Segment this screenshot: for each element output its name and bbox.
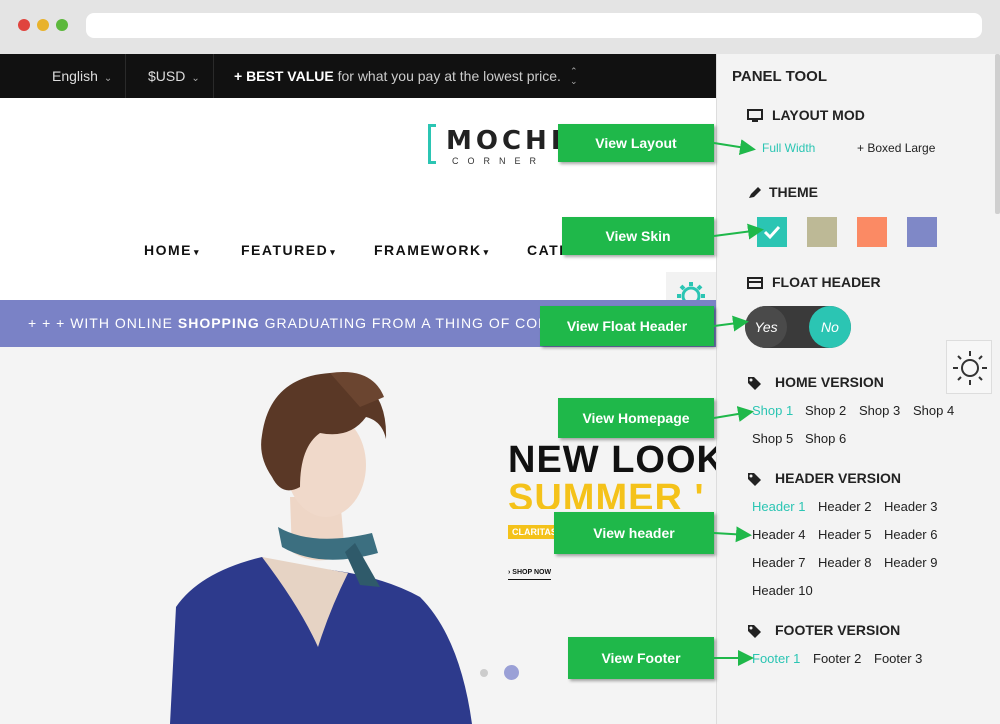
layout-mod-title: LAYOUT MOD [772, 107, 865, 123]
header-option-3[interactable]: Header 3 [884, 499, 937, 514]
theme-title: THEME [769, 184, 818, 200]
sun-icon [953, 351, 987, 385]
caret-down-icon: ▾ [330, 247, 337, 257]
header-option-10[interactable]: Header 10 [752, 583, 813, 598]
shop-now-label: SHOP NOW [512, 569, 552, 576]
promo-text: for what you pay at the lowest price. [337, 68, 561, 84]
slider-dot[interactable] [480, 669, 488, 677]
monitor-icon [747, 109, 763, 122]
hero-model-image [0, 347, 520, 724]
toggle-no[interactable]: No [809, 306, 851, 348]
promo-bold: + BEST VALUE [234, 68, 334, 84]
float-header-title: FLOAT HEADER [772, 274, 881, 290]
stripe-text-post: GRADUATING FROM A THING OF CONVE [264, 315, 570, 331]
currency-selector[interactable]: $USD ⌄ [126, 54, 214, 98]
hero-title: NEW LOOK [508, 439, 716, 481]
callout-view-homepage: View Homepage [558, 398, 714, 438]
hero-tag: CLARITAS [508, 525, 561, 539]
card-icon [747, 277, 763, 289]
minimize-window-dot[interactable] [37, 19, 49, 31]
language-label: English [52, 68, 98, 84]
maximize-window-dot[interactable] [56, 19, 68, 31]
nav-item-framework[interactable]: FRAMEWORK ▾ [374, 242, 490, 258]
stripe-text-bold: SHOPPING [177, 315, 260, 331]
checkmark-icon [763, 225, 781, 240]
footer-option-2[interactable]: Footer 2 [813, 651, 861, 666]
header-option-2[interactable]: Header 2 [818, 499, 871, 514]
callout-view-header: View header [554, 512, 714, 554]
panel-scrollbar[interactable] [995, 54, 1000, 214]
home-option-shop-6[interactable]: Shop 6 [805, 431, 846, 446]
tag-icon [748, 473, 761, 486]
header-option-5[interactable]: Header 5 [818, 527, 871, 542]
logo-word: MOCHI [446, 126, 565, 156]
home-option-shop-2[interactable]: Shop 2 [805, 403, 846, 418]
theme-swatch-lavender[interactable] [907, 217, 937, 247]
footer-version-title: FOOTER VERSION [775, 622, 901, 638]
header-option-1[interactable]: Header 1 [752, 499, 805, 514]
callout-view-float-header: View Float Header [540, 306, 714, 346]
brightness-toggle-button[interactable] [946, 340, 992, 394]
home-option-shop-5[interactable]: Shop 5 [752, 431, 793, 446]
home-option-shop-3[interactable]: Shop 3 [859, 403, 900, 418]
header-option-8[interactable]: Header 8 [818, 555, 871, 570]
top-bar: English ⌄ $USD ⌄ + BEST VALUE for what you… [0, 54, 716, 98]
shop-now-link[interactable]: › SHOP NOW [508, 569, 552, 580]
stripe-text-pre: + + + WITH ONLINE [28, 315, 173, 331]
promo-message: + BEST VALUE for what you pay at the low… [214, 54, 594, 98]
promo-scroll-arrows[interactable]: ⌃ ⌄ [570, 66, 578, 86]
header-version-title: HEADER VERSION [775, 470, 902, 486]
address-bar[interactable] [86, 13, 982, 38]
logo-subword: CORNER [452, 156, 546, 166]
header-option-7[interactable]: Header 7 [752, 555, 805, 570]
callout-view-layout: View Layout [558, 124, 714, 162]
header-option-4[interactable]: Header 4 [752, 527, 805, 542]
toggle-yes[interactable]: Yes [745, 306, 787, 348]
caret-down-icon: ▾ [483, 247, 490, 257]
footer-option-1[interactable]: Footer 1 [752, 651, 800, 666]
nav-label: HOME [144, 242, 192, 258]
hero-subtitle: SUMMER ' [508, 477, 705, 509]
nav-label: FRAMEWORK [374, 242, 482, 258]
float-header-toggle[interactable]: Yes No [745, 306, 851, 348]
header-option-9[interactable]: Header 9 [884, 555, 937, 570]
pencil-icon [749, 187, 761, 198]
browser-window: English ⌄ $USD ⌄ + BEST VALUE for what you… [0, 0, 1000, 724]
header-option-6[interactable]: Header 6 [884, 527, 937, 542]
home-version-title: HOME VERSION [775, 374, 884, 390]
chevron-down-icon: ⌄ [191, 73, 200, 84]
panel-title: PANEL TOOL [732, 68, 828, 85]
theme-swatch-teal[interactable] [757, 217, 787, 247]
logo-bracket [428, 124, 436, 164]
home-option-shop-1[interactable]: Shop 1 [752, 403, 793, 418]
slider-dot-active[interactable] [504, 665, 519, 680]
theme-swatch-coral[interactable] [857, 217, 887, 247]
close-window-dot[interactable] [18, 19, 30, 31]
layout-option-full-width[interactable]: Full Width [762, 141, 815, 155]
tag-icon [748, 625, 761, 638]
tag-icon [748, 377, 761, 390]
chevron-down-icon: ⌄ [103, 73, 113, 84]
browser-chrome [0, 0, 1000, 54]
footer-option-3[interactable]: Footer 3 [874, 651, 922, 666]
nav-item-featured[interactable]: FEATURED ▾ [241, 242, 336, 258]
theme-swatch-khaki[interactable] [807, 217, 837, 247]
language-selector[interactable]: English ⌄ [28, 54, 126, 98]
layout-option-boxed-large[interactable]: + Boxed Large [857, 141, 935, 155]
nav-label: FEATURED [241, 242, 329, 258]
home-option-shop-4[interactable]: Shop 4 [913, 403, 954, 418]
callout-view-footer: View Footer [568, 637, 714, 679]
currency-label: $USD [148, 68, 186, 84]
nav-item-home[interactable]: HOME ▾ [144, 242, 200, 258]
callout-view-skin: View Skin [562, 217, 714, 255]
site-logo[interactable]: MOCHI CORNER [428, 124, 568, 168]
caret-down-icon: ▾ [194, 247, 201, 257]
